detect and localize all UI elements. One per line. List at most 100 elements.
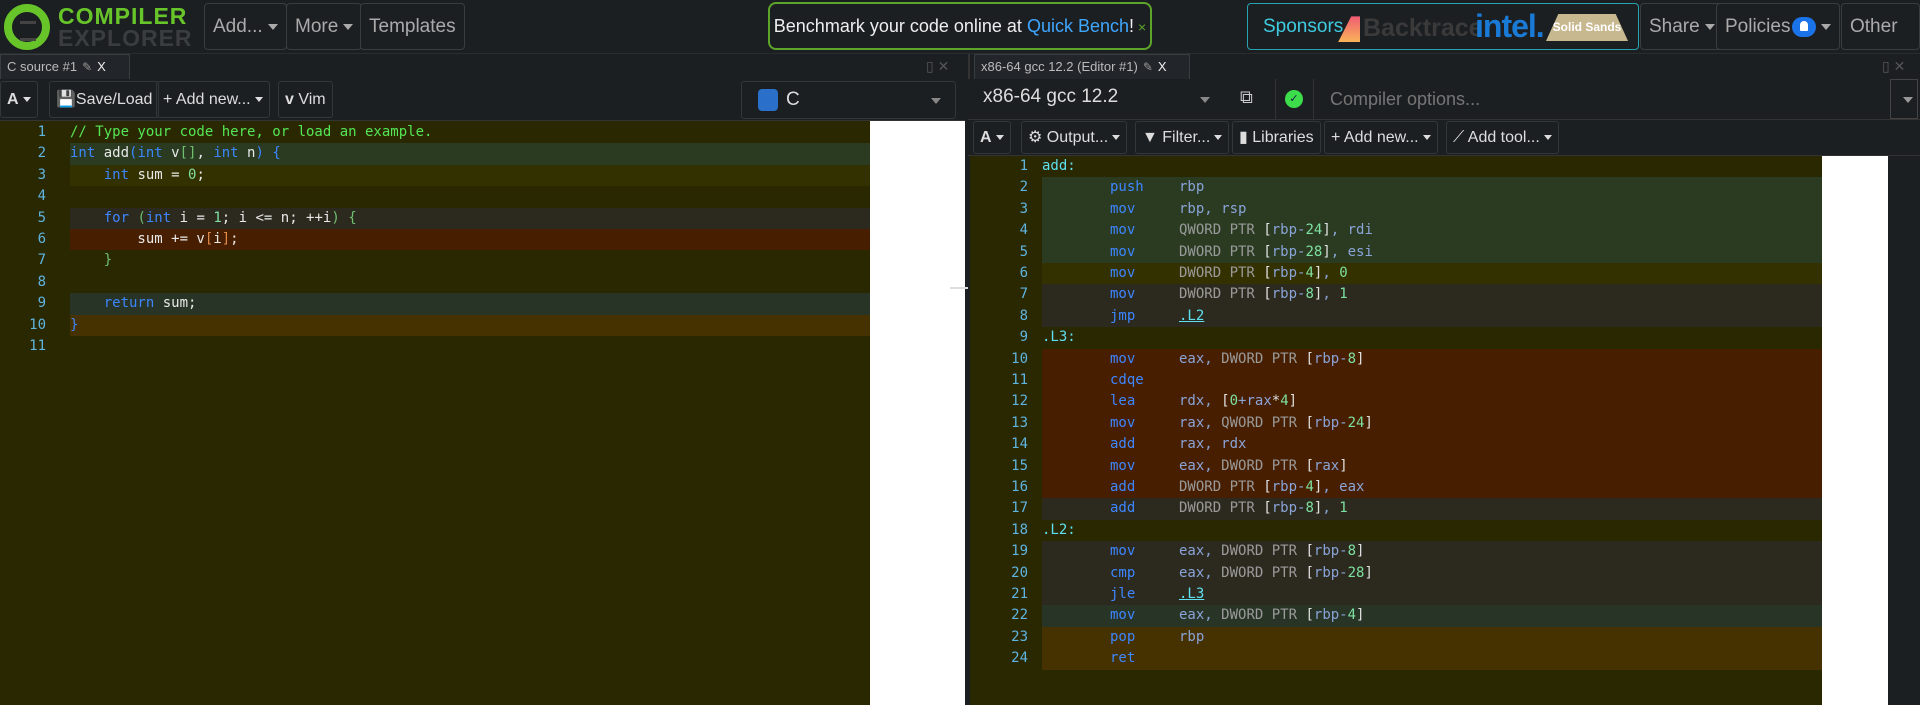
code-line: 20 cmp eax, DWORD PTR [rbp-28] [970,562,1822,584]
code-content: cdqe [1042,370,1822,392]
pencil-icon[interactable]: ✎ [1143,60,1153,74]
add-menu-button[interactable]: Add... [204,3,287,50]
line-number: 24 [1011,650,1028,667]
maximize-icon[interactable]: ▯ ✕ [926,58,949,75]
line-number: 18 [1011,521,1028,538]
plus-icon: + [163,91,176,108]
font-size-button[interactable]: A [0,81,38,118]
code-token: [] [179,145,197,162]
code-token: DWORD PTR [1179,479,1264,495]
policies-menu-button[interactable]: Policies [1716,3,1841,50]
code-token: int [213,145,239,162]
code-token: 1 [1339,500,1348,517]
assembly-minimap[interactable] [1822,156,1888,705]
add-new-button[interactable]: + Add new... [1324,121,1438,154]
code-line: 4 [0,186,870,208]
bell-icon [1792,16,1817,37]
tab-label: C source #1 [7,59,78,74]
logo-text-top: COMPILER [58,3,188,29]
add-tool-button[interactable]: ⟋ Add tool... [1446,121,1559,154]
filter-button[interactable]: ▼ Filter... [1135,121,1230,154]
code-content: } [70,250,870,272]
label-link[interactable]: .L2 [1179,308,1204,324]
code-content: pop rbp [1042,626,1822,649]
code-token: mov [1110,457,1136,474]
close-banner-button[interactable]: × [1138,19,1146,35]
scrollbar[interactable] [1888,156,1920,705]
tab-c-source[interactable]: C source #1 ✎ X [0,54,130,79]
code-token: i = [171,209,214,226]
code-token: ] [1364,564,1373,581]
add-new-button[interactable]: + Add new... [156,81,270,118]
code-token: DWORD PTR [1221,457,1306,474]
close-tab-button[interactable]: X [1158,59,1167,74]
code-content: push rbp [1042,177,1822,199]
vim-button[interactable]: v Vim [278,81,333,118]
code-token: int [137,145,163,162]
templates-button[interactable]: Templates [360,3,465,50]
code-token: 28 [1347,564,1365,581]
compiler-tab-row: x86-64 gcc 12.2 (Editor #1) ✎ X [968,54,1920,79]
code-content: mov eax, DWORD PTR [rbp-8] [1042,348,1822,370]
code-token: DWORD PTR [1179,243,1264,260]
output-label: Output... [1046,129,1109,146]
language-label: C [786,89,800,110]
pane-splitter[interactable] [950,287,968,289]
output-button[interactable]: ⚙ Output... [1021,121,1128,154]
options-dropdown-button[interactable] [1890,79,1918,119]
operands: rbp [1179,177,1204,198]
more-menu-button[interactable]: More [286,3,363,50]
code-token: 8 [1347,350,1357,367]
line-number: 11 [1011,372,1028,388]
code-token: lea [1110,393,1136,410]
code-line: 18 .L2: [970,519,1822,542]
share-menu-button[interactable]: Share [1640,3,1724,50]
language-select[interactable]: C [741,81,956,119]
code-token: mov [1110,543,1136,560]
code-line: 6 mov DWORD PTR [rbp-4], 0 [970,263,1822,285]
code-token: 24 [1305,222,1323,239]
font-size-button[interactable]: A [973,121,1011,154]
compile-status[interactable]: ✓ [1275,79,1303,119]
code-line: 3 int sum = 0; [0,164,870,187]
tab-label: x86-64 gcc 12.2 (Editor #1) [981,59,1138,74]
code-line: 23 pop rbp [970,626,1822,649]
sponsors-box[interactable]: Sponsors Backtrace intel. Solid Sands [1247,3,1639,50]
code-token: jle [1110,586,1136,602]
line-number: 5 [1019,243,1028,260]
caret-down-icon [267,23,278,30]
line-number: 12 [1011,393,1028,410]
source-editor[interactable]: 1 // Type your code here, or load an exam… [0,121,870,705]
compiler-explorer-logo[interactable]: COMPILER EXPLORER [2,2,192,52]
tab-compiler[interactable]: x86-64 gcc 12.2 (Editor #1) ✎ X [974,54,1190,79]
other-menu-button[interactable]: Other [1841,3,1920,75]
close-tab-button[interactable]: X [97,59,106,74]
compiler-options-input[interactable] [1313,79,1870,119]
save-load-button[interactable]: 💾Save/Load [49,81,160,118]
code-line: 5 for (int i = 1; i <= n; ++i) { [0,207,870,229]
source-minimap[interactable] [870,121,965,705]
maximize-icon[interactable]: ▯ ✕ [1882,58,1905,75]
line-number: 21 [1011,586,1028,602]
label-link[interactable]: .L3 [1179,586,1204,602]
code-token: sum += v [70,231,205,247]
code-line: 7 } [0,250,870,272]
assembly-output[interactable]: 1 add: 2 push rbp 3 mov rbp, rsp 4 mov QWORD PTR [… [970,156,1822,705]
code-token: add [1110,479,1136,495]
popout-icon[interactable]: ⧉ [1240,87,1253,108]
code-token: ) [255,145,264,162]
code-token: { [339,209,357,226]
pencil-icon[interactable]: ✎ [82,60,92,74]
line-number: 7 [37,252,46,269]
libraries-button[interactable]: ▮ Libraries [1232,121,1321,154]
caret-down-icon [1704,23,1715,30]
compiler-select[interactable]: x86-64 gcc 12.2 [975,79,1135,117]
code-token: ] [1322,222,1331,239]
font-icon: A [7,91,19,108]
intel-logo: intel. [1475,8,1545,44]
code-token: , [1322,286,1340,303]
quick-bench-link[interactable]: Quick Bench [1027,16,1129,36]
source-toolbar: A 💾Save/Load + Add new... v Vim C [0,79,965,121]
code-line: 16 add DWORD PTR [rbp-4], eax [970,477,1822,499]
code-token: [ [1305,607,1314,624]
